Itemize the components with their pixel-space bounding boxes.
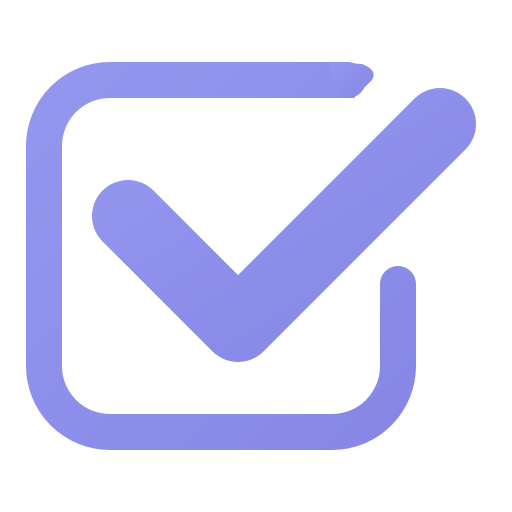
- checkbox-checked-icon: [26, 62, 476, 450]
- icon-canvas: [0, 0, 512, 512]
